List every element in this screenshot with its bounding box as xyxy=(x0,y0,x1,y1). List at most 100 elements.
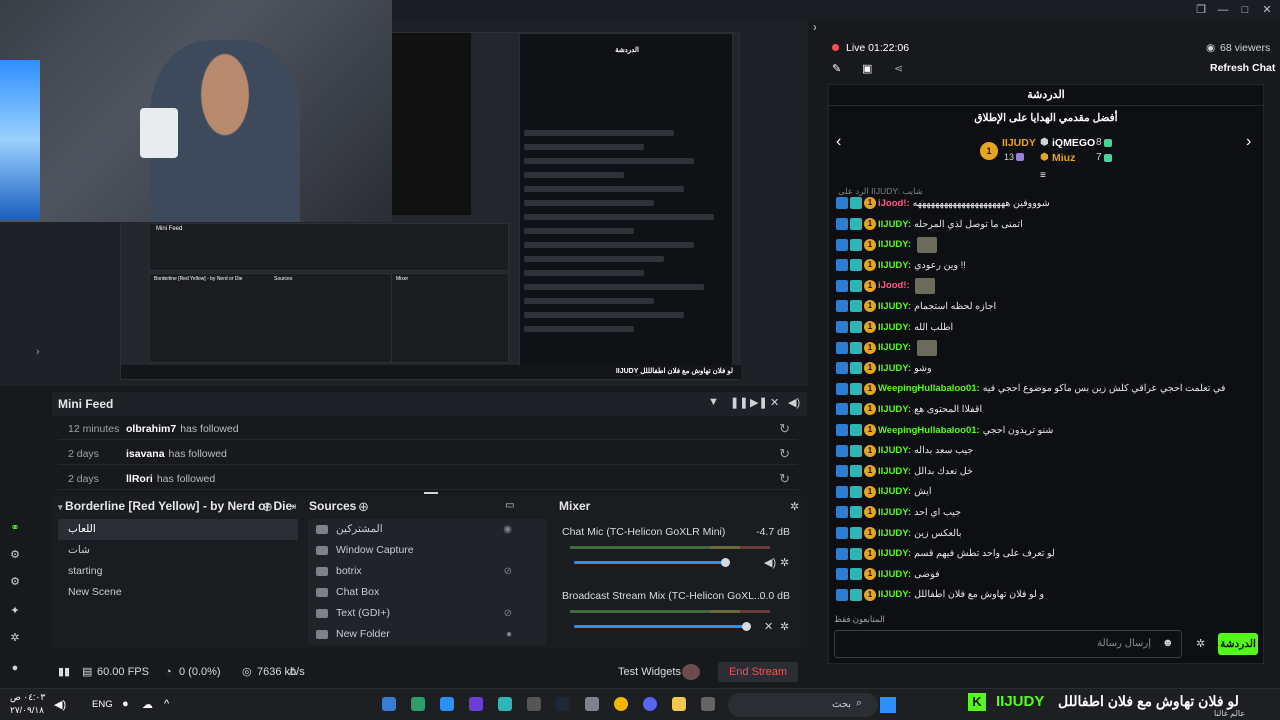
windows-start-icon[interactable] xyxy=(880,697,896,713)
scene-item[interactable]: New Scene xyxy=(58,582,298,603)
layout-icon[interactable]: ▣ xyxy=(862,62,872,75)
chat-username[interactable]: IIJUDY: xyxy=(878,342,911,353)
chat-input[interactable]: إرسال رسالة xyxy=(834,630,1182,658)
source-item[interactable]: New Folder ● xyxy=(308,624,546,645)
source-item[interactable]: Text (GDI+) ⊘ xyxy=(308,603,546,624)
chat-username[interactable]: IIJUDY: xyxy=(878,486,911,497)
chevron-right-icon[interactable]: › xyxy=(1246,133,1251,151)
chrome-icon[interactable] xyxy=(614,697,628,711)
avatar[interactable] xyxy=(682,664,700,680)
chat-username[interactable]: IIJUDY: xyxy=(878,507,911,518)
maximize-button[interactable]: □ xyxy=(1236,2,1254,18)
scene-transition-icon[interactable]: ⇥ xyxy=(287,500,296,513)
send-chat-button[interactable]: الدردشة xyxy=(1218,633,1258,655)
mixer-settings-icon[interactable]: ✲ xyxy=(790,500,799,513)
chat-username[interactable]: IIJUDY: xyxy=(878,569,911,580)
stats-icon[interactable]: ▮▮ xyxy=(58,660,70,684)
chat-username[interactable]: iJood!: xyxy=(878,198,910,209)
skip-icon[interactable]: ▶❚ xyxy=(750,396,768,409)
chat-username[interactable]: IIJUDY: xyxy=(878,301,911,312)
mic-icon[interactable]: ● xyxy=(122,698,129,710)
language-indicator[interactable]: ENG xyxy=(92,699,113,710)
folder-icon[interactable] xyxy=(672,697,686,711)
close-button[interactable]: ✕ xyxy=(1258,2,1276,18)
chat-username[interactable]: IIJUDY: xyxy=(878,322,911,333)
source-item[interactable]: Window Capture xyxy=(308,540,546,561)
chat-username[interactable]: IIJUDY: xyxy=(878,528,911,539)
gifter-name[interactable]: IIJUDY xyxy=(1002,137,1036,149)
volume-icon[interactable]: ◀) xyxy=(54,698,66,711)
app-icon[interactable] xyxy=(585,697,599,711)
search-icon[interactable]: ⌕ xyxy=(856,697,862,710)
app-icon[interactable] xyxy=(382,697,396,711)
scene-collection-title[interactable]: ▾ Borderline [Red Yellow] - by Nerd or D… xyxy=(58,496,292,516)
pause-icon[interactable]: ❚❚ xyxy=(730,396,748,409)
chat-username[interactable]: IIJUDY: xyxy=(878,589,911,600)
replay-icon[interactable]: ↻ xyxy=(779,443,790,465)
scene-item[interactable]: شات xyxy=(58,540,298,561)
volume-slider[interactable] xyxy=(574,561,725,564)
gifter-name[interactable]: iQMEGO xyxy=(1052,137,1095,149)
edit-icon[interactable]: ✎ xyxy=(832,62,841,75)
source-item[interactable]: المشتركين ◉ xyxy=(308,519,546,540)
chat-username[interactable]: IIJUDY: xyxy=(878,445,911,456)
replay-icon[interactable]: ↻ xyxy=(779,418,790,440)
scene-item[interactable]: starting xyxy=(58,561,298,582)
sparkle-icon[interactable]: ✦ xyxy=(9,605,21,617)
muted-speaker-icon[interactable]: ✕ xyxy=(764,620,773,633)
app-icon[interactable] xyxy=(498,697,512,711)
hidden-icon[interactable]: ⊘ xyxy=(504,561,512,582)
end-stream-button[interactable]: End Stream xyxy=(718,662,798,682)
chat-username[interactable]: IIJUDY: xyxy=(878,548,911,559)
visibility-icon[interactable]: ◉ xyxy=(503,519,512,540)
refresh-chat-button[interactable]: Refresh Chat xyxy=(1210,62,1275,74)
cloud-icon[interactable]: ☁ xyxy=(142,698,153,711)
resize-handle[interactable] xyxy=(424,492,438,494)
test-widgets-button[interactable]: Test Widgets xyxy=(618,660,681,684)
expand-icon[interactable]: ≡ xyxy=(1040,170,1046,181)
source-settings-icon[interactable]: ▭ xyxy=(505,500,514,511)
volume-slider[interactable] xyxy=(574,625,746,628)
chat-username[interactable]: IIJUDY: xyxy=(878,239,911,250)
add-source-icon[interactable]: ⊕ xyxy=(358,499,369,515)
scene-item[interactable]: اللعاب xyxy=(58,519,298,540)
settings-icon[interactable]: ✲ xyxy=(9,632,21,644)
chevron-left-icon[interactable]: › xyxy=(36,346,40,358)
hidden-icon[interactable]: ⊘ xyxy=(504,603,512,624)
tab-chat[interactable]: الدردشة xyxy=(828,84,1264,106)
add-scene-icon[interactable]: ⊕ xyxy=(262,499,273,515)
warning-icon[interactable]: ⚠ xyxy=(288,660,298,684)
volume-knob[interactable] xyxy=(721,558,730,567)
app-icon[interactable] xyxy=(701,697,715,711)
controller-icon[interactable]: ⚙ xyxy=(9,549,21,561)
mute-alerts-icon[interactable]: ✕ xyxy=(770,396,779,409)
gifter-name[interactable]: Miuz xyxy=(1052,152,1075,164)
replay-icon[interactable]: ↻ xyxy=(779,468,790,490)
chat-username[interactable]: WeepingHullabaloo01: xyxy=(878,383,980,394)
volume-icon[interactable]: ◀) xyxy=(788,396,800,409)
restore-icon[interactable]: ❐ xyxy=(1192,2,1210,18)
chat-username[interactable]: WeepingHullabaloo01: xyxy=(878,425,980,436)
volume-knob[interactable] xyxy=(742,622,751,631)
chat-username[interactable]: IIJUDY: xyxy=(878,260,911,271)
chevron-left-icon[interactable]: ‹ xyxy=(836,133,841,151)
filter-icon[interactable]: ▼ xyxy=(708,396,719,408)
app-icon[interactable] xyxy=(440,697,454,711)
user-icon[interactable]: ● xyxy=(9,662,21,674)
chat-username[interactable]: iJood!: xyxy=(878,280,910,291)
gear-icon[interactable]: ✲ xyxy=(780,620,789,633)
gear-icon[interactable]: ✲ xyxy=(780,556,789,569)
chat-username[interactable]: IIJUDY: xyxy=(878,363,911,374)
chat-username[interactable]: IIJUDY: xyxy=(878,404,911,415)
minimize-button[interactable]: — xyxy=(1214,2,1232,18)
link-icon[interactable]: ⚭ xyxy=(9,522,21,534)
lock-icon[interactable]: ● xyxy=(506,624,512,645)
source-item[interactable]: Chat Box xyxy=(308,582,546,603)
speaker-icon[interactable]: ◀) xyxy=(764,556,776,569)
source-item[interactable]: botrix ⊘ xyxy=(308,561,546,582)
excel-icon[interactable] xyxy=(411,697,425,711)
app-icon[interactable] xyxy=(469,697,483,711)
tray-chevron-icon[interactable]: ^ xyxy=(164,698,169,710)
discord-icon[interactable] xyxy=(643,697,657,711)
share-icon[interactable]: ⋖ xyxy=(894,62,903,75)
